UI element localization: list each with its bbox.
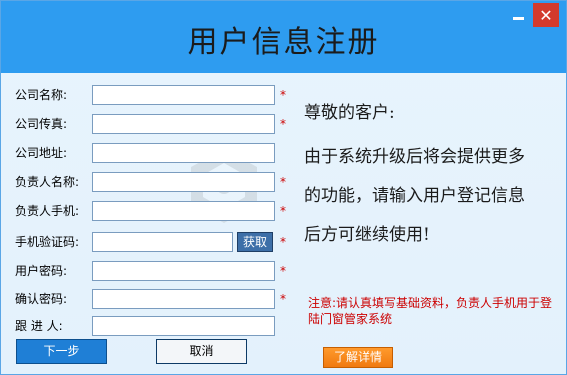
required-mark: * (280, 264, 286, 278)
get-code-button[interactable]: 获取 (237, 232, 273, 252)
label-user-password: 用户密码: (15, 264, 68, 278)
company-name-input[interactable] (92, 85, 275, 105)
label-confirm-password: 确认密码: (15, 292, 68, 306)
follow-up-person-input[interactable] (92, 316, 275, 336)
label-follow-up-person: 跟 进 人: (15, 319, 63, 333)
message-line-2: 的功能，请输入用户登记信息 (304, 186, 525, 206)
greeting-text: 尊敬的客户: (304, 103, 395, 123)
label-company-name: 公司名称: (15, 88, 68, 102)
close-icon: ✕ (539, 5, 553, 25)
label-company-address: 公司地址: (15, 146, 68, 160)
message-line-3: 后方可继续使用! (304, 225, 430, 245)
minimize-icon (512, 16, 524, 20)
user-password-input[interactable] (92, 261, 275, 281)
company-fax-input[interactable] (92, 114, 275, 134)
learn-more-button[interactable]: 了解详情 (323, 347, 393, 368)
label-manager-phone: 负责人手机: (15, 204, 80, 218)
required-mark: * (280, 175, 286, 189)
registration-window: 用户信息注册 ✕ 公司名称: * 公司传真: * 公司地址: 负责人名称: * … (0, 0, 567, 375)
required-mark: * (280, 117, 286, 131)
label-company-fax: 公司传真: (15, 117, 68, 131)
required-mark: * (280, 88, 286, 102)
verification-code-input[interactable] (92, 232, 233, 252)
close-button[interactable]: ✕ (533, 3, 559, 27)
manager-name-input[interactable] (92, 172, 275, 192)
confirm-password-input[interactable] (92, 289, 275, 309)
label-manager-name: 负责人名称: (15, 175, 80, 189)
required-mark: * (280, 204, 286, 218)
next-button[interactable]: 下一步 (16, 339, 107, 364)
cancel-button[interactable]: 取消 (156, 339, 247, 364)
required-mark: * (280, 292, 286, 306)
manager-phone-input[interactable] (92, 201, 275, 221)
label-verification-code: 手机验证码: (15, 235, 80, 249)
title-bar: 用户信息注册 ✕ (1, 1, 566, 73)
required-mark: * (280, 235, 286, 249)
message-line-1: 由于系统升级后将会提供更多 (304, 147, 525, 167)
company-address-input[interactable] (92, 143, 275, 163)
minimize-button[interactable] (505, 3, 531, 27)
notice-text: 注意:请认真填写基础资料，负责人手机用于登陆门窗管家系统 (308, 296, 553, 326)
window-title: 用户信息注册 (187, 25, 380, 60)
